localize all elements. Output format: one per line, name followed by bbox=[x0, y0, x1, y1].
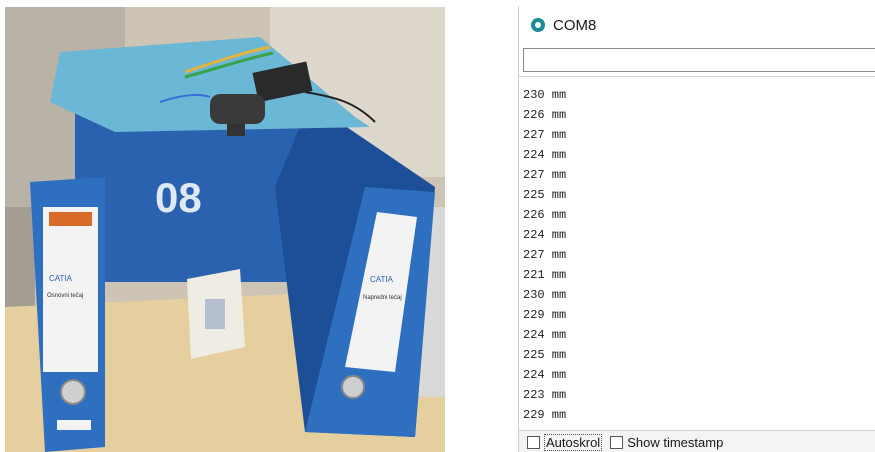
readings-list: 230 mm 226 mm 227 mm 224 mm 227 mm 225 mm 226 … bbox=[523, 85, 566, 425]
serial-line: 224 mm bbox=[523, 368, 567, 382]
left-binder-title: Osnovni tečaj bbox=[47, 293, 83, 299]
title-bar: COM8 bbox=[519, 6, 875, 44]
left-binder-ring bbox=[60, 379, 86, 405]
left-binder-label-card bbox=[43, 207, 98, 372]
status-bar: Autoskrol Show timestamp bbox=[519, 430, 875, 452]
left-binder-logo bbox=[49, 212, 92, 226]
box-number-label: 08 bbox=[155, 174, 202, 221]
serial-line: 227 mm bbox=[523, 128, 567, 142]
serial-line: 230 mm bbox=[523, 288, 567, 302]
serial-send-input[interactable] bbox=[523, 48, 875, 72]
arduino-icon bbox=[531, 18, 545, 32]
sensor-lens bbox=[227, 124, 245, 136]
serial-line: 225 mm bbox=[523, 348, 567, 362]
serial-line: 224 mm bbox=[523, 328, 567, 342]
left-binder-barcode bbox=[57, 420, 91, 430]
serial-line: 227 mm bbox=[523, 168, 567, 182]
right-binder-brand: CATIA bbox=[370, 275, 394, 284]
serial-line: 226 mm bbox=[523, 108, 567, 122]
window-title: COM8 bbox=[553, 16, 597, 34]
autoscroll-toggle[interactable]: Autoskrol bbox=[527, 433, 603, 451]
serial-line: 230 mm bbox=[523, 88, 567, 102]
serial-output-area[interactable]: 230 mm 226 mm 227 mm 224 mm 227 mm 225 mm 226 … bbox=[519, 76, 875, 427]
distance-sensor bbox=[210, 94, 265, 124]
timestamp-toggle[interactable]: Show timestamp bbox=[610, 435, 723, 450]
right-binder-ring bbox=[341, 375, 365, 399]
serial-line: 229 mm bbox=[523, 408, 567, 422]
setup-photo: 08 CATIA Osnovni tečaj CATIA Napredni te… bbox=[5, 7, 445, 452]
timestamp-checkbox[interactable] bbox=[610, 435, 624, 449]
small-box-label bbox=[205, 299, 225, 329]
serial-line: 223 mm bbox=[523, 388, 567, 402]
autoscroll-checkbox[interactable] bbox=[527, 435, 540, 449]
serial-line: 224 mm bbox=[523, 228, 567, 242]
serial-line: 221 mm bbox=[523, 268, 567, 282]
autoscroll-label[interactable]: Autoskrol bbox=[544, 433, 603, 451]
right-binder-title: Napredni tečaj bbox=[363, 295, 402, 301]
serial-monitor-window: COM8 230 mm 226 mm 227 mm 224 mm 227 mm 225 m… bbox=[518, 6, 875, 452]
left-binder-brand: CATIA bbox=[49, 274, 73, 283]
serial-line: 224 mm bbox=[523, 148, 567, 162]
photo-illustration: 08 CATIA Osnovni tečaj CATIA Napredni te… bbox=[5, 7, 445, 452]
timestamp-label[interactable]: Show timestamp bbox=[627, 435, 723, 450]
serial-line: 226 mm bbox=[523, 208, 567, 222]
serial-line: 227 mm bbox=[523, 248, 567, 262]
serial-line: 229 mm bbox=[523, 308, 567, 322]
serial-line: 225 mm bbox=[523, 188, 567, 202]
